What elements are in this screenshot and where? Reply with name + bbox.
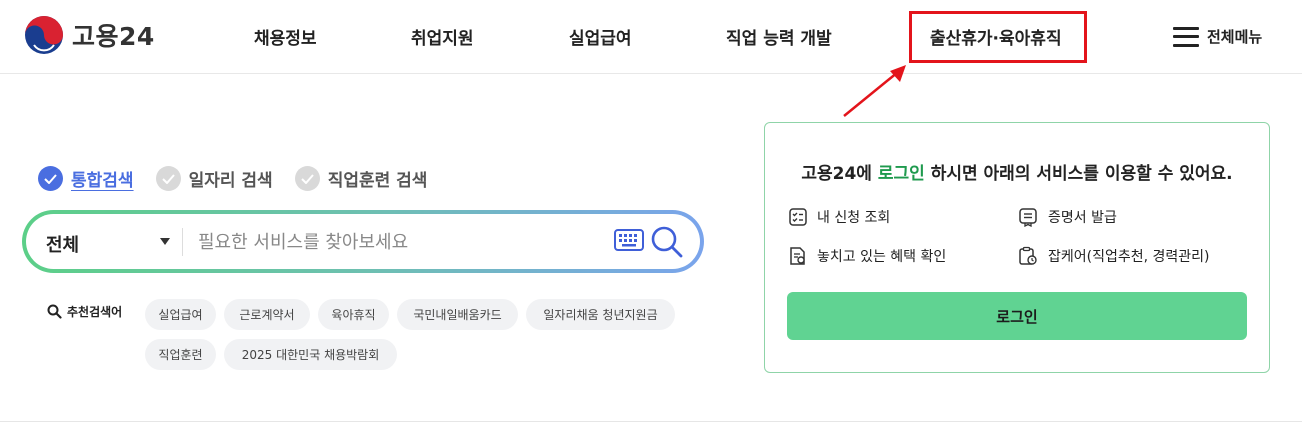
keyword-chip[interactable]: 실업급여 [145,299,216,330]
certificate-icon [1019,208,1037,227]
document-search-icon [790,247,805,265]
top-header: 고용24 채용정보 취업지원 실업급여 직업 능력 개발 출산휴가·육아휴직 전… [0,0,1302,74]
title-suffix: 하시면 아래의 서비스를 이용할 수 있어요. [924,164,1233,184]
service-missed-benefits[interactable]: 놓치고 있는 혜택 확인 [789,246,946,266]
service-label: 잡케어(직업추천, 경력관리) [1048,249,1210,265]
search-tabs: 통합검색 일자리 검색 직업훈련 검색 [38,166,449,191]
divider [0,421,1302,422]
search-box: 전체 [22,210,704,273]
keyword-chip[interactable]: 근로계약서 [224,299,310,330]
service-label: 놓치고 있는 혜택 확인 [817,249,947,265]
all-menu-button[interactable]: 전체메뉴 [1173,26,1262,47]
title-prefix: 고용24에 [801,164,878,184]
keyword-chip[interactable]: 국민내일배움카드 [397,299,518,330]
keyword-chip[interactable]: 직업훈련 [145,339,216,370]
check-circle-icon [294,166,320,191]
recommended-keywords-title: 추천검색어 [47,303,122,320]
highlight-box [909,11,1087,63]
service-job-care[interactable]: 잡케어(직업추천, 경력관리) [1018,246,1210,266]
search-input[interactable] [198,226,598,258]
check-circle-icon [38,166,63,191]
nav-item-vocational-training[interactable]: 직업 능력 개발 [726,24,832,49]
tab-training-search[interactable]: 직업훈련 검색 [294,166,428,191]
service-label: 내 신청 조회 [817,210,891,226]
nav-item-employment-support[interactable]: 취업지원 [411,24,474,49]
login-button[interactable]: 로그인 [787,292,1247,340]
tab-label: 통합검색 [71,171,134,191]
site-logo[interactable]: 고용24 [24,15,155,55]
search-box-inner: 전체 [26,214,700,269]
caret-down-icon[interactable] [160,238,170,245]
service-certificate[interactable]: 증명서 발급 [1018,207,1117,227]
service-label: 증명서 발급 [1048,210,1117,226]
tab-job-search[interactable]: 일자리 검색 [155,166,273,191]
keyword-chip[interactable]: 2025 대한민국 채용박람회 [224,339,397,370]
tab-label: 일자리 검색 [188,171,273,191]
logo-text: 고용24 [72,22,155,51]
keyword-chip[interactable]: 육아휴직 [318,299,389,330]
service-my-applications[interactable]: 내 신청 조회 [789,207,890,227]
check-circle-icon [155,166,181,191]
taegeuk-logo-icon [25,16,63,54]
search-scope-select[interactable]: 전체 [46,231,79,257]
title-login-highlight: 로그인 [877,164,925,184]
nav-item-jobs[interactable]: 채용정보 [254,24,317,49]
login-panel-title: 고용24에 로그인 하시면 아래의 서비스를 이용할 수 있어요. [765,159,1269,184]
annotation-arrow-icon [843,65,906,117]
keyboard-icon[interactable] [614,229,644,251]
clipboard-clock-icon [1019,246,1037,265]
keyword-chip[interactable]: 일자리채움 청년지원금 [526,299,675,330]
search-icon[interactable] [650,225,684,259]
tab-integrated-search[interactable]: 통합검색 [38,166,134,191]
hamburger-icon [1173,26,1199,47]
all-menu-label: 전체메뉴 [1207,28,1263,46]
tab-label: 직업훈련 검색 [327,171,428,191]
checklist-icon [789,208,807,226]
recommended-label: 추천검색어 [67,305,123,319]
divider [182,228,183,256]
login-panel: 고용24에 로그인 하시면 아래의 서비스를 이용할 수 있어요. 내 신청 조… [764,122,1270,373]
search-icon [47,304,62,319]
nav-item-unemployment-benefit[interactable]: 실업급여 [569,24,632,49]
